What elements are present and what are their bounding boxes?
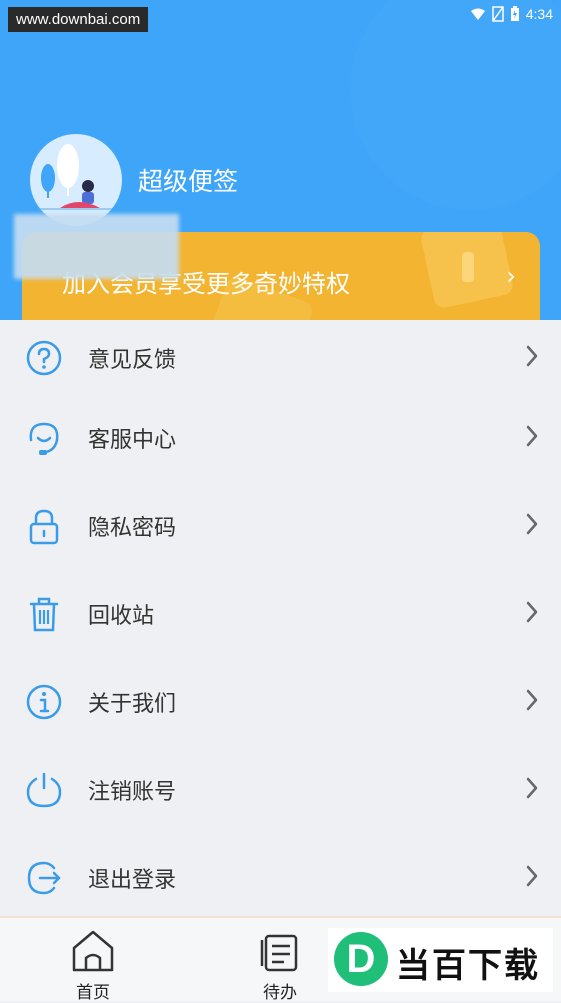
tab-todo[interactable]: 待办 [240, 926, 320, 1003]
chevron-right-icon: › [506, 262, 516, 290]
chevron-right-icon [526, 777, 538, 799]
info-circle-icon [26, 684, 62, 720]
chevron-right-icon [526, 425, 538, 447]
menu-label: 隐私密码 [88, 516, 177, 541]
status-icons: 4:34 [470, 4, 553, 24]
chevron-right-icon [526, 601, 538, 623]
watermark-url: www.downbai.com [8, 7, 149, 32]
wifi-icon [470, 8, 485, 20]
chevron-right-icon [526, 865, 538, 887]
no-sim-icon [492, 6, 504, 22]
menu-item-feedback[interactable]: 意见反馈 [0, 320, 561, 408]
app-title: 超级便签 [138, 167, 239, 196]
trash-icon [29, 597, 59, 632]
status-time: 4:34 [525, 6, 553, 22]
avatar-illustration-icon [40, 144, 112, 210]
chevron-right-icon [526, 345, 538, 367]
menu-item-cancel-account[interactable]: 注销账号 [0, 752, 561, 840]
avatar[interactable] [30, 134, 122, 226]
settings-menu: 意见反馈 客服中心 隐私密码 回收站 关于我们 注销账号 退出登录 [0, 320, 561, 916]
home-icon [72, 930, 114, 972]
menu-label: 退出登录 [88, 868, 177, 893]
menu-label: 关于我们 [88, 692, 177, 717]
menu-item-customer-service[interactable]: 客服中心 [0, 400, 561, 488]
menu-label: 客服中心 [88, 428, 177, 453]
question-circle-icon [26, 340, 62, 376]
logout-icon [27, 861, 61, 895]
menu-item-about-us[interactable]: 关于我们 [0, 664, 561, 752]
brand-text: 当百下载 [396, 946, 540, 986]
chevron-right-icon [526, 689, 538, 711]
menu-label: 回收站 [88, 604, 155, 629]
power-icon [26, 772, 62, 808]
blurred-username [14, 214, 179, 279]
battery-charging-icon [510, 6, 519, 21]
menu-item-recycle-bin[interactable]: 回收站 [0, 576, 561, 664]
todo-icon [260, 934, 298, 972]
menu-label: 意见反馈 [88, 348, 177, 373]
profile-header: 4:34 www.downbai.com 超级便签 加入会员享受更多奇妙特权 › [0, 0, 561, 320]
tab-label: 待办 [263, 983, 297, 1003]
headset-icon [29, 422, 59, 455]
chevron-right-icon [526, 513, 538, 535]
menu-item-logout[interactable]: 退出登录 [0, 840, 561, 928]
lock-icon [29, 509, 59, 545]
menu-item-privacy-password[interactable]: 隐私密码 [0, 488, 561, 576]
menu-label: 注销账号 [88, 780, 177, 805]
brand-logo-icon: D [334, 932, 388, 986]
tab-label: 首页 [76, 983, 110, 1003]
tab-home[interactable]: 首页 [53, 926, 133, 1003]
brand-watermark: D 当百下载 [328, 928, 553, 992]
